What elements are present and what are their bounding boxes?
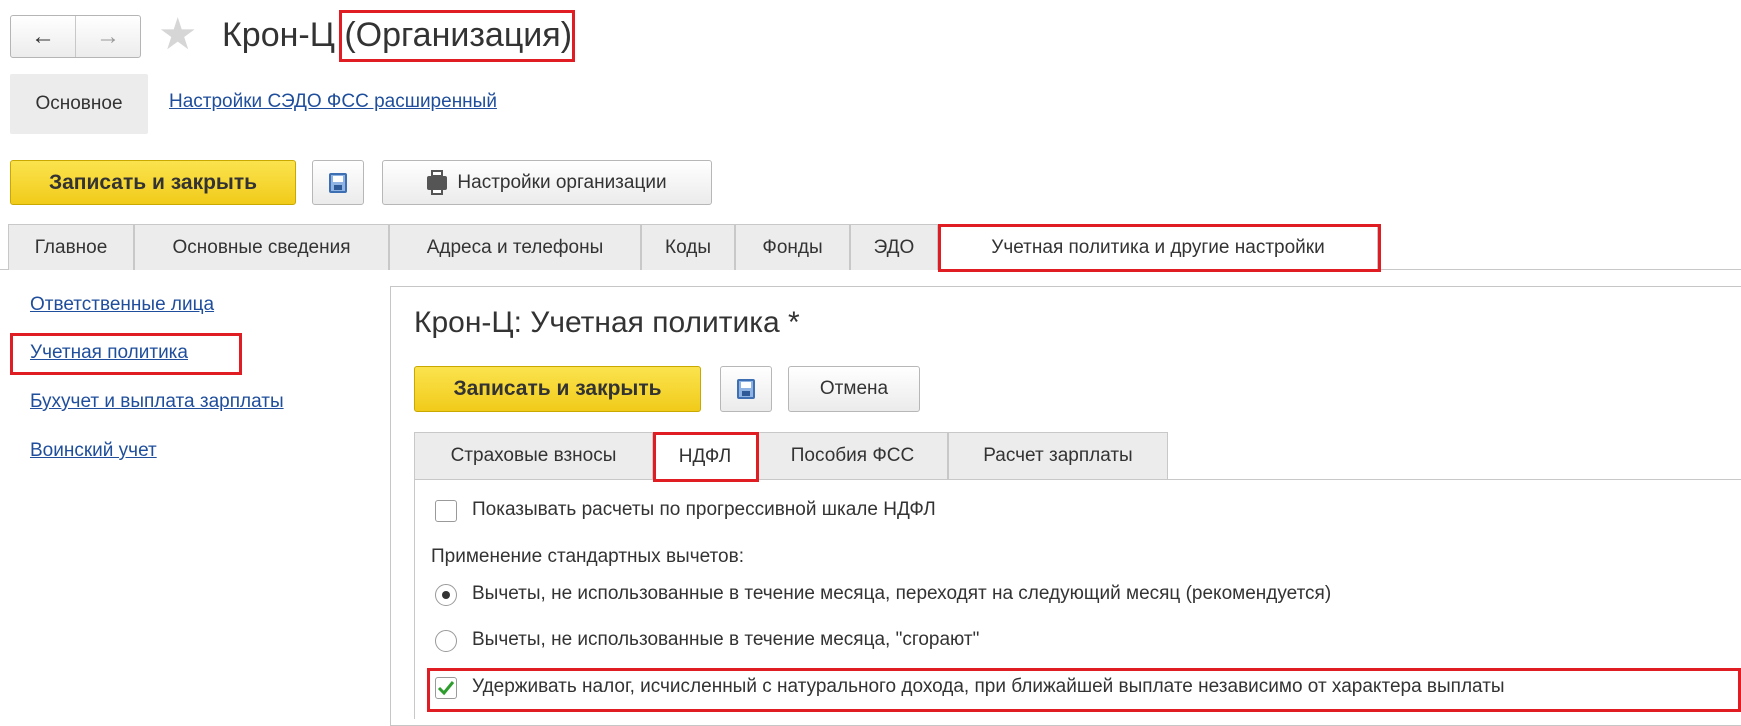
tab-edo[interactable]: ЭДО [850, 224, 938, 270]
deductions-expire-radio[interactable] [435, 630, 457, 652]
withhold-in-kind-label: Удерживать налог, исчисленный с натураль… [472, 676, 1505, 697]
back-button[interactable]: ← [11, 16, 75, 57]
policy-save-button[interactable] [720, 366, 772, 412]
floppy-disk-icon [737, 379, 755, 399]
inner-tabs-baseline [414, 479, 1741, 480]
section-main[interactable]: Основное [10, 74, 148, 134]
deductions-expire-label: Вычеты, не использованные в течение меся… [472, 629, 980, 650]
title-main: Крон-Ц [222, 16, 335, 54]
tab-funds[interactable]: Фонды [735, 224, 850, 270]
floppy-disk-icon [329, 172, 347, 193]
printer-icon [427, 169, 448, 195]
tab-insurance-contributions[interactable]: Страховые взносы [414, 432, 653, 479]
checkmark-icon [437, 681, 455, 696]
history-nav-group: ← → [10, 15, 141, 58]
star-icon[interactable]: ★ [158, 10, 197, 60]
deductions-label: Применение стандартных вычетов: [431, 546, 744, 567]
section-sedo-settings-link[interactable]: Настройки СЭДО ФСС расширенный [169, 91, 497, 113]
tab-payroll-calculation[interactable]: Расчет зарплаты [948, 432, 1168, 479]
progressive-scale-checkbox[interactable] [435, 500, 457, 522]
link-payroll-accounting[interactable]: Бухучет и выплата зарплаты [30, 391, 284, 413]
main-tabs: Главное Основные сведения Адреса и телеф… [0, 224, 1741, 271]
deductions-carry-over-radio[interactable] [435, 584, 457, 606]
progressive-scale-label: Показывать расчеты по прогрессивной шкал… [472, 499, 936, 520]
tab-basic-info[interactable]: Основные сведения [134, 224, 389, 270]
forward-button[interactable]: → [75, 16, 140, 57]
tab-main[interactable]: Главное [8, 224, 134, 270]
title-type: (Организация) [344, 16, 573, 54]
org-settings-button[interactable]: Настройки организации [382, 160, 712, 205]
link-responsible-persons[interactable]: Ответственные лица [30, 294, 214, 316]
inner-panel-border [414, 479, 415, 719]
tab-codes[interactable]: Коды [641, 224, 735, 270]
tab-accounting-policy[interactable]: Учетная политика и другие настройки [938, 224, 1378, 271]
deductions-carry-over-label: Вычеты, не использованные в течение меся… [472, 583, 1332, 604]
tab-fss-benefits[interactable]: Пособия ФСС [757, 432, 948, 479]
link-accounting-policy[interactable]: Учетная политика [30, 342, 188, 364]
tab-addresses-phones[interactable]: Адреса и телефоны [389, 224, 641, 270]
policy-form-title: Крон-Ц: Учетная политика * [414, 306, 800, 339]
cancel-button[interactable]: Отмена [788, 366, 920, 412]
org-settings-label: Настройки организации [457, 171, 667, 193]
arrow-left-icon: ← [31, 22, 55, 50]
withhold-in-kind-checkbox[interactable] [435, 677, 457, 699]
tab-ndfl[interactable]: НДФЛ [653, 432, 757, 480]
window-title: Крон-Ц (Организация) [222, 12, 572, 58]
save-button[interactable] [312, 160, 364, 205]
policy-save-and-close-button[interactable]: Записать и закрыть [414, 366, 701, 412]
link-military-records[interactable]: Воинский учет [30, 440, 157, 462]
arrow-right-icon: → [96, 22, 120, 50]
save-and-close-button[interactable]: Записать и закрыть [10, 160, 296, 205]
